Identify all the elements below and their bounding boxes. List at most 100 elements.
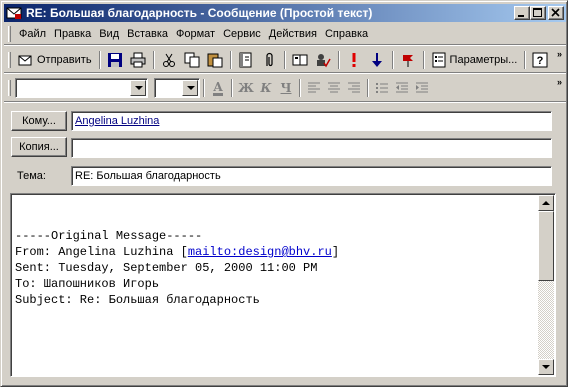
close-button[interactable] [548, 6, 564, 20]
font-name-dropdown-arrow[interactable] [130, 80, 146, 96]
options-label: Параметры... [449, 54, 518, 66]
bold-icon: Ж [238, 81, 254, 95]
increase-indent-icon [416, 82, 428, 93]
paste-button[interactable] [204, 49, 226, 71]
to-button[interactable]: Кому... [11, 111, 67, 131]
mailto-link[interactable]: mailto:design@bhv.ru [188, 245, 332, 259]
italic-button[interactable]: К [256, 78, 276, 98]
book-button[interactable] [289, 49, 311, 71]
send-icon [18, 55, 32, 66]
bullets-button[interactable] [372, 78, 392, 98]
maximize-icon [533, 8, 542, 17]
toolbar-separator [231, 79, 233, 97]
exclamation-icon [352, 53, 356, 67]
divider [4, 44, 566, 46]
help-icon: ? [532, 52, 548, 68]
from-line-prefix: From: Angelina Luzhina [ [15, 245, 188, 259]
paste-icon [207, 53, 223, 68]
menu-grip[interactable] [8, 26, 11, 42]
paperclip-icon [265, 52, 273, 67]
flag-icon [402, 55, 413, 67]
underline-button[interactable]: Ч [276, 78, 296, 98]
check-names-button[interactable] [312, 49, 334, 71]
maximize-button[interactable] [530, 6, 546, 20]
address-book-icon [239, 52, 252, 68]
help-button[interactable]: ? [529, 49, 551, 71]
toolbar-grip[interactable] [8, 80, 11, 96]
divider [4, 72, 566, 74]
save-icon [107, 53, 122, 67]
message-window: RE: Большая благодарность - Сообщение (П… [0, 0, 568, 387]
print-icon [130, 52, 146, 68]
window-title: RE: Большая благодарность - Сообщение (П… [26, 6, 373, 20]
font-size-combo[interactable] [154, 78, 200, 98]
address-book-button[interactable] [235, 49, 257, 71]
cc-button[interactable]: Копия... [11, 137, 67, 157]
align-right-button[interactable] [344, 78, 364, 98]
copy-button[interactable] [181, 49, 203, 71]
toolbar-overflow-chevron[interactable]: » [557, 50, 562, 59]
font-color-button[interactable]: A [208, 78, 228, 98]
align-left-button[interactable] [304, 78, 324, 98]
menu-view[interactable]: Вид [95, 26, 123, 42]
scroll-down-button[interactable] [538, 359, 554, 375]
high-importance-button[interactable] [343, 49, 365, 71]
font-size-dropdown-arrow[interactable] [182, 80, 198, 96]
toolbar-separator [524, 51, 527, 69]
close-icon [551, 8, 560, 17]
message-body-text[interactable]: -----Original Message----- From: Angelin… [15, 228, 339, 308]
toolbar-separator [299, 79, 301, 97]
align-center-icon [328, 82, 340, 93]
svg-text:?: ? [537, 55, 544, 67]
to-field[interactable]: Angelina Luzhina [71, 111, 552, 131]
bold-button[interactable]: Ж [236, 78, 256, 98]
message-body-editor[interactable]: -----Original Message----- From: Angelin… [10, 193, 556, 377]
menu-bar: Файл Правка Вид Вставка Формат Сервис Де… [4, 24, 566, 44]
envelope-icon [6, 7, 22, 19]
menu-edit[interactable]: Правка [50, 26, 95, 42]
scroll-thumb[interactable] [538, 211, 554, 281]
toolbar-grip[interactable] [8, 52, 11, 68]
book-icon [292, 54, 308, 66]
vertical-scrollbar[interactable] [538, 195, 554, 375]
options-button[interactable]: Параметры... [428, 49, 521, 71]
to-line: To: Шапошников Игорь [15, 277, 160, 291]
caption-buttons [514, 6, 564, 20]
subject-field[interactable]: RE: Большая благодарность [71, 166, 552, 186]
align-right-icon [348, 82, 360, 93]
send-button[interactable]: Отправить [15, 49, 95, 71]
standard-toolbar: Отправить Параметры... ? » [4, 47, 566, 73]
font-name-combo[interactable] [15, 78, 148, 98]
cut-button[interactable] [158, 49, 180, 71]
decrease-indent-button[interactable] [392, 78, 412, 98]
menu-insert[interactable]: Вставка [123, 26, 172, 42]
menu-format[interactable]: Формат [172, 26, 219, 42]
attach-button[interactable] [258, 49, 280, 71]
toolbar-separator [98, 51, 101, 69]
subject-line: Subject: Re: Большая благодарность [15, 293, 260, 307]
scroll-up-button[interactable] [538, 195, 554, 211]
from-line-suffix: ] [331, 245, 340, 259]
menu-file[interactable]: Файл [15, 26, 50, 42]
subject-label: Тема: [17, 170, 46, 182]
toolbar-separator [391, 51, 394, 69]
down-arrow-icon [371, 53, 382, 67]
save-button[interactable] [104, 49, 126, 71]
flag-button[interactable] [397, 49, 419, 71]
minimize-button[interactable] [514, 6, 530, 20]
check-names-icon [316, 54, 331, 68]
increase-indent-button[interactable] [412, 78, 432, 98]
cc-field[interactable] [71, 138, 552, 158]
menu-actions[interactable]: Действия [265, 26, 321, 42]
to-recipient[interactable]: Angelina Luzhina [75, 115, 159, 127]
menu-tools[interactable]: Сервис [219, 26, 265, 42]
toolbar-overflow-chevron[interactable]: » [557, 78, 562, 87]
menu-help[interactable]: Справка [321, 26, 372, 42]
low-importance-button[interactable] [366, 49, 388, 71]
title-bar[interactable]: RE: Большая благодарность - Сообщение (П… [4, 4, 566, 22]
decrease-indent-icon [396, 82, 408, 93]
print-button[interactable] [127, 49, 149, 71]
align-center-button[interactable] [324, 78, 344, 98]
toolbar-separator [229, 51, 232, 69]
italic-icon: К [260, 81, 272, 95]
